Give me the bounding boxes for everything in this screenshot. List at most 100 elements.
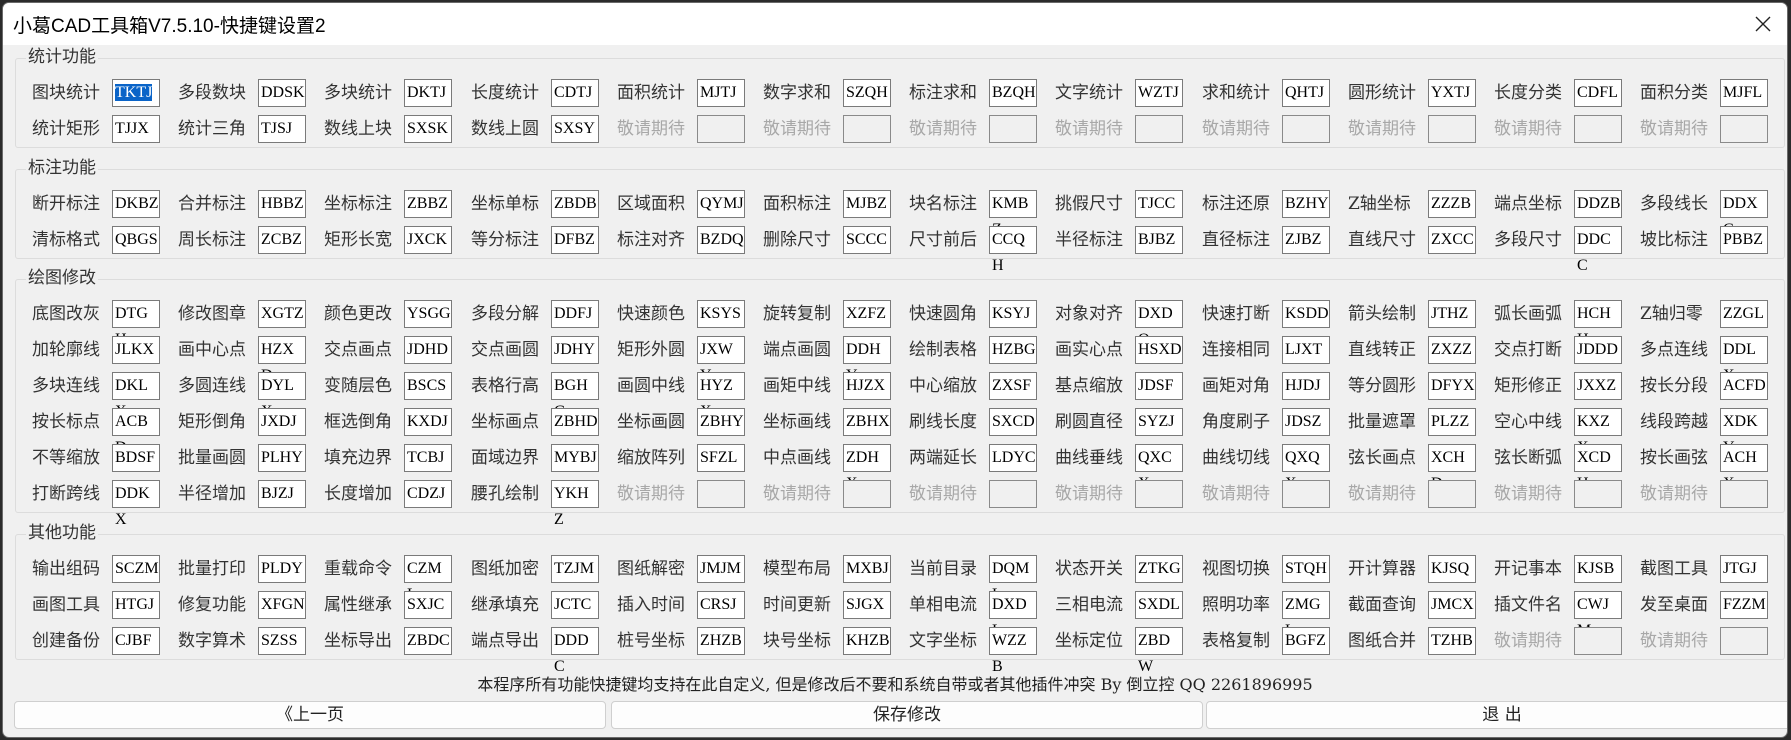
shortcut-key-input[interactable]: DDSK [258, 79, 306, 107]
shortcut-key-input[interactable]: ZZGL [1720, 300, 1768, 328]
shortcut-key-input[interactable]: DDXC [1720, 190, 1768, 238]
shortcut-key-input[interactable]: JXWY [697, 336, 745, 384]
shortcut-key-input[interactable]: DDKX [112, 480, 160, 528]
shortcut-key-input[interactable]: HCHH [1574, 300, 1622, 348]
shortcut-key-input[interactable]: HSXD [1135, 336, 1183, 364]
shortcut-key-input[interactable]: ACBD [112, 408, 160, 456]
shortcut-key-input[interactable]: HZXD [258, 336, 306, 384]
shortcut-key-input[interactable]: CWJM [1574, 591, 1622, 639]
shortcut-key-input[interactable]: QHTJ [1282, 79, 1330, 107]
shortcut-key-input[interactable]: JCTC [551, 591, 599, 619]
shortcut-key-input[interactable]: XFGN [258, 591, 306, 619]
shortcut-key-input[interactable]: HZBG [989, 336, 1037, 364]
shortcut-key-input[interactable]: ZMGL [1282, 591, 1330, 639]
shortcut-key-input[interactable]: CDTJ [551, 79, 599, 107]
shortcut-key-input[interactable]: DDLX [1720, 336, 1768, 384]
shortcut-key-input[interactable]: ZXSF [989, 372, 1037, 400]
shortcut-key-input[interactable]: KSYJ [989, 300, 1037, 328]
shortcut-key-input[interactable]: PLHY [258, 444, 306, 472]
shortcut-key-input[interactable]: MYBJ [551, 444, 599, 472]
shortcut-key-input[interactable]: KJSB [1574, 555, 1622, 583]
shortcut-key-input[interactable]: DYLX [258, 372, 306, 420]
shortcut-key-input[interactable]: ACFD [1720, 372, 1768, 400]
shortcut-key-input[interactable]: QXQX [1282, 444, 1330, 492]
shortcut-key-input[interactable]: TJCC [1135, 190, 1183, 218]
prev-page-button[interactable]: 《上一页 [14, 701, 606, 729]
shortcut-key-input[interactable]: SXJC [404, 591, 452, 619]
shortcut-key-input[interactable]: ZBHD [551, 408, 599, 436]
shortcut-key-input[interactable]: KHZB [843, 627, 891, 655]
shortcut-key-input[interactable]: JXCK [404, 226, 452, 254]
shortcut-key-input[interactable]: DDCC [1574, 226, 1622, 274]
shortcut-key-input[interactable]: QYMJ [697, 190, 745, 218]
shortcut-key-input[interactable]: ZBDB [551, 190, 599, 218]
shortcut-key-input[interactable]: SXSY [551, 115, 599, 143]
shortcut-key-input[interactable]: PBBZ [1720, 226, 1768, 254]
shortcut-key-input[interactable]: WZZB [989, 627, 1037, 675]
shortcut-key-input[interactable]: HYZX [697, 372, 745, 420]
close-button[interactable] [1739, 3, 1787, 45]
shortcut-key-input[interactable]: CJBF [112, 627, 160, 655]
shortcut-key-input[interactable]: ZCBZ [258, 226, 306, 254]
shortcut-key-input[interactable]: HBBZ [258, 190, 306, 218]
shortcut-key-input[interactable]: LJXT [1282, 336, 1330, 364]
shortcut-key-input[interactable]: YSGG [404, 300, 452, 328]
shortcut-key-input[interactable]: BGHG [551, 372, 599, 420]
shortcut-key-input[interactable]: HJZX [843, 372, 891, 400]
shortcut-key-input[interactable]: DXDQ [1135, 300, 1183, 348]
shortcut-key-input[interactable]: BZQH [989, 79, 1037, 107]
shortcut-key-input[interactable]: DFBZ [551, 226, 599, 254]
shortcut-key-input[interactable]: FZZM [1720, 591, 1768, 619]
shortcut-key-input[interactable]: KSYS [697, 300, 745, 328]
shortcut-key-input[interactable]: JMCX [1428, 591, 1476, 619]
shortcut-key-input[interactable]: ZBHY [697, 408, 745, 436]
shortcut-key-input[interactable]: JLKX [112, 336, 160, 364]
shortcut-key-input[interactable]: QBGS [112, 226, 160, 254]
shortcut-key-input[interactable]: DDDC [551, 627, 599, 675]
shortcut-key-input[interactable]: XCDH [1574, 444, 1622, 492]
shortcut-key-input[interactable]: ZBDW [1135, 627, 1183, 675]
shortcut-key-input[interactable]: JDSF [1135, 372, 1183, 400]
shortcut-key-input[interactable]: ZHZB [697, 627, 745, 655]
shortcut-key-input[interactable]: TZHB [1428, 627, 1476, 655]
shortcut-key-input[interactable]: JXXZ [1574, 372, 1622, 400]
shortcut-key-input[interactable]: PLZZ [1428, 408, 1476, 436]
shortcut-key-input[interactable]: XZFZ [843, 300, 891, 328]
shortcut-key-input[interactable]: MJTJ [697, 79, 745, 107]
shortcut-key-input[interactable]: CDZJ [404, 480, 452, 508]
shortcut-key-input[interactable]: BZDQ [697, 226, 745, 254]
shortcut-key-input[interactable]: LDYC [989, 444, 1037, 472]
shortcut-key-input[interactable]: YKHZ [551, 480, 599, 528]
shortcut-key-input[interactable]: SFZL [697, 444, 745, 472]
shortcut-key-input[interactable]: XCHD [1428, 444, 1476, 492]
shortcut-key-input[interactable]: TKTJ [112, 79, 160, 107]
save-button[interactable]: 保存修改 [611, 701, 1203, 729]
shortcut-key-input[interactable]: SCZM [112, 555, 160, 583]
shortcut-key-input[interactable]: BSCS [404, 372, 452, 400]
shortcut-key-input[interactable]: JDSZ [1282, 408, 1330, 436]
shortcut-key-input[interactable]: XDKY [1720, 408, 1768, 456]
shortcut-key-input[interactable]: HTGJ [112, 591, 160, 619]
shortcut-key-input[interactable]: CCQH [989, 226, 1037, 274]
shortcut-key-input[interactable]: TZJM [551, 555, 599, 583]
shortcut-key-input[interactable]: DKBZ [112, 190, 160, 218]
shortcut-key-input[interactable]: DKLX [112, 372, 160, 420]
shortcut-key-input[interactable]: SXSK [404, 115, 452, 143]
shortcut-key-input[interactable]: JDHY [551, 336, 599, 364]
shortcut-key-input[interactable]: SZSS [258, 627, 306, 655]
shortcut-key-input[interactable]: ZTKG [1135, 555, 1183, 583]
shortcut-key-input[interactable]: KMBZ [989, 190, 1037, 238]
shortcut-key-input[interactable]: BGFZ [1282, 627, 1330, 655]
shortcut-key-input[interactable]: MJFL [1720, 79, 1768, 107]
shortcut-key-input[interactable]: JXDJ [258, 408, 306, 436]
shortcut-key-input[interactable]: DQML [989, 555, 1037, 603]
shortcut-key-input[interactable]: ZZZB [1428, 190, 1476, 218]
shortcut-key-input[interactable]: SJGX [843, 591, 891, 619]
shortcut-key-input[interactable]: ZBDC [404, 627, 452, 655]
shortcut-key-input[interactable]: CZML [404, 555, 452, 603]
shortcut-key-input[interactable]: JDHD [404, 336, 452, 364]
shortcut-key-input[interactable]: DXDL [989, 591, 1037, 639]
shortcut-key-input[interactable]: TCBJ [404, 444, 452, 472]
shortcut-key-input[interactable]: SXCD [989, 408, 1037, 436]
shortcut-key-input[interactable]: KSDD [1282, 300, 1330, 328]
